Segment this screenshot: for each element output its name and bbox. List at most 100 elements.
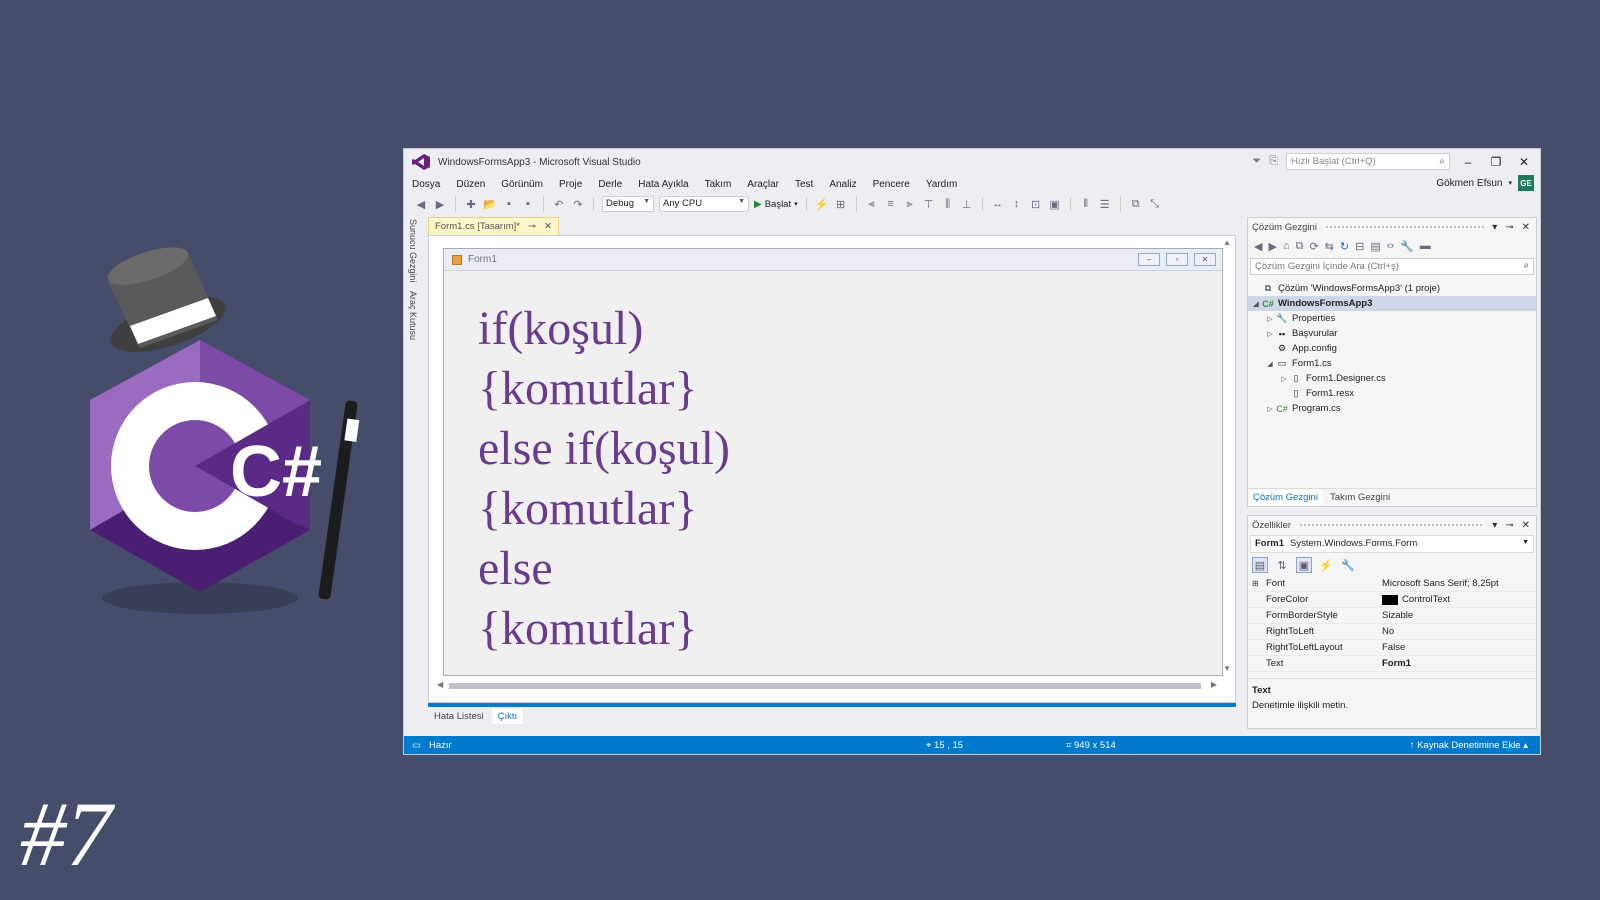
property-row[interactable]: ForeColor ControlText [1248,592,1536,608]
panel-grip[interactable] [1299,522,1485,528]
menu-pencere[interactable]: Pencere [865,179,918,190]
chevron-down-icon[interactable]: ▾ [1492,222,1497,233]
show-all-files-icon[interactable]: ▤ [1370,240,1380,253]
redo-icon[interactable]: ↷ [571,198,585,211]
configuration-select[interactable]: Debug ▼ [602,196,654,212]
property-row[interactable]: Text Form1 [1248,656,1536,672]
expander-icon[interactable]: ▷ [1264,315,1276,323]
menu-dosya[interactable]: Dosya [404,179,448,190]
tab-team-explorer[interactable]: Takım Gezgini [1325,490,1395,505]
scroll-up-icon[interactable]: ▲ [1223,238,1231,247]
property-value[interactable]: ControlText [1402,594,1450,605]
open-folder-icon[interactable]: 📂 [483,198,497,211]
save-all-icon[interactable]: ▪ [521,198,535,210]
menu-duzen[interactable]: Düzen [448,179,493,190]
history-icon[interactable]: ⟳ [1309,240,1318,253]
toolbox-tab[interactable]: Araç Kutusu [404,287,422,344]
properties-view-icon[interactable]: ▣ [1296,557,1312,573]
tree-item-form1[interactable]: ◢ ▭ Form1.cs [1248,356,1536,371]
minimize-button[interactable]: – [1458,155,1478,169]
tree-item-form1-designer[interactable]: ▷ ▯ Form1.Designer.cs [1248,371,1536,386]
close-icon[interactable]: ✕ [1522,222,1530,233]
object-selector[interactable]: Form1 System.Windows.Forms.Form ▼ [1250,535,1534,553]
scroll-right-icon[interactable]: ▶ [1211,680,1217,689]
view-code-icon[interactable]: ‹› [1387,240,1394,252]
restore-button[interactable]: ❐ [1486,155,1506,169]
categorized-icon[interactable]: ▤ [1252,557,1268,573]
horizontal-scrollbar[interactable]: ◀ ▶ [437,680,1221,690]
property-row[interactable]: RightToLeft No [1248,624,1536,640]
tree-item-form1-resx[interactable]: ▯ Form1.resx [1248,386,1536,401]
align-bottoms-icon[interactable]: ⊥ [960,198,974,211]
refresh-icon[interactable]: ↻ [1340,240,1349,253]
scroll-down-icon[interactable]: ▼ [1223,664,1231,673]
hot-reload-icon[interactable]: ⚡ [815,198,829,211]
tree-item-references[interactable]: ▷ ▪▪ Başvurular [1248,326,1536,341]
alphabetical-icon[interactable]: ⇅ [1274,557,1290,573]
expander-icon[interactable]: ▷ [1264,330,1276,338]
property-value[interactable]: No [1382,626,1536,637]
grid-icon[interactable]: ⊞ [834,198,848,211]
menu-test[interactable]: Test [787,179,821,190]
property-row[interactable]: FormBorderStyle Sizable [1248,608,1536,624]
menu-hata-ayikla[interactable]: Hata Ayıkla [630,179,696,190]
align-centers-icon[interactable]: ≡ [884,198,898,210]
size-to-grid-icon[interactable]: ⊡ [1029,198,1043,211]
tab-output[interactable]: Çıktı [491,708,524,724]
close-icon[interactable]: ✕ [1522,520,1530,531]
expander-icon[interactable]: ▷ [1278,375,1290,383]
tree-item-solution[interactable]: ⧉ Çözüm 'WindowsFormsApp3' (1 proje) [1248,281,1536,296]
designer-surface[interactable]: Form1 – ▫ ✕ if(koşul) {komutlar} else if… [428,235,1236,703]
tree-item-program[interactable]: ▷ C# Program.cs [1248,401,1536,416]
expander-icon[interactable]: ▷ [1264,405,1276,413]
feedback-icon[interactable]: ⎘ [1269,155,1278,168]
tab-error-list[interactable]: Hata Listesi [428,709,490,724]
menu-analiz[interactable]: Analiz [821,179,864,190]
new-project-icon[interactable]: ✚ [464,198,478,211]
property-row[interactable]: RightToLeftLayout False [1248,640,1536,656]
expand-icon[interactable]: ⊞ [1252,579,1262,588]
vertical-spacing-icon[interactable]: ☰ [1098,198,1112,211]
property-pages-icon[interactable]: 🔧 [1340,557,1356,573]
make-same-width-icon[interactable]: ↔ [991,198,1005,210]
preview-icon[interactable]: ▬ [1420,240,1431,252]
property-value[interactable]: Microsoft Sans Serif; 8,25pt [1382,578,1536,589]
source-control-button[interactable]: ↑ Kaynak Denetimine Ekle ▴ [1410,740,1528,751]
property-value[interactable]: Form1 [1382,658,1536,669]
panel-grip[interactable] [1324,224,1485,230]
switch-views-icon[interactable]: ⧉ [1296,240,1304,253]
align-middles-icon[interactable]: ⫼ [941,198,955,211]
horizontal-spacing-icon[interactable]: ⫴ [1079,198,1093,211]
make-same-height-icon[interactable]: ↕ [1010,198,1024,210]
property-value[interactable]: False [1382,642,1536,653]
bring-to-front-icon[interactable]: ⧉ [1129,198,1143,211]
sync-icon[interactable]: ⇆ [1325,240,1334,253]
tree-item-app-config[interactable]: ⚙ App.config [1248,341,1536,356]
menu-derle[interactable]: Derle [590,179,630,190]
start-button[interactable]: ▶ Başlat ▾ [754,199,798,210]
events-icon[interactable]: ⚡ [1318,557,1334,573]
tree-item-properties[interactable]: ▷ 🔧 Properties [1248,311,1536,326]
pin-icon[interactable]: ⊸ [1505,520,1513,531]
back-icon[interactable]: ◀ [414,198,428,211]
server-explorer-tab[interactable]: Sunucu Gezgini [404,215,422,287]
expander-icon[interactable]: ◢ [1264,360,1276,368]
expander-icon[interactable]: ◢ [1250,300,1262,308]
scrollbar-thumb[interactable] [449,683,1201,689]
collapse-all-icon[interactable]: ⊟ [1355,240,1364,253]
menu-yardim[interactable]: Yardım [918,179,966,190]
scroll-left-icon[interactable]: ◀ [437,680,443,689]
quick-launch-input[interactable]: Hızlı Başlat (Ctrl+Q) ⌕ [1286,153,1450,170]
solution-search-input[interactable]: Çözüm Gezgini İçinde Ara (Ctrl+ş) ⌕ [1250,258,1534,275]
menu-takim[interactable]: Takım [697,179,740,190]
close-button[interactable]: ✕ [1514,155,1534,169]
pin-icon[interactable]: ⊸ [528,221,536,232]
tab-order-icon[interactable]: ⤡ [1148,198,1162,211]
platform-select[interactable]: Any CPU ▼ [659,196,749,212]
menu-gorunum[interactable]: Görünüm [493,179,551,190]
align-tops-icon[interactable]: ⊤ [922,198,936,211]
property-row[interactable]: ⊞ Font Microsoft Sans Serif; 8,25pt [1248,576,1536,592]
menu-proje[interactable]: Proje [551,179,590,190]
pin-icon[interactable]: ⊸ [1505,222,1513,233]
make-same-size-icon[interactable]: ▣ [1048,198,1062,211]
